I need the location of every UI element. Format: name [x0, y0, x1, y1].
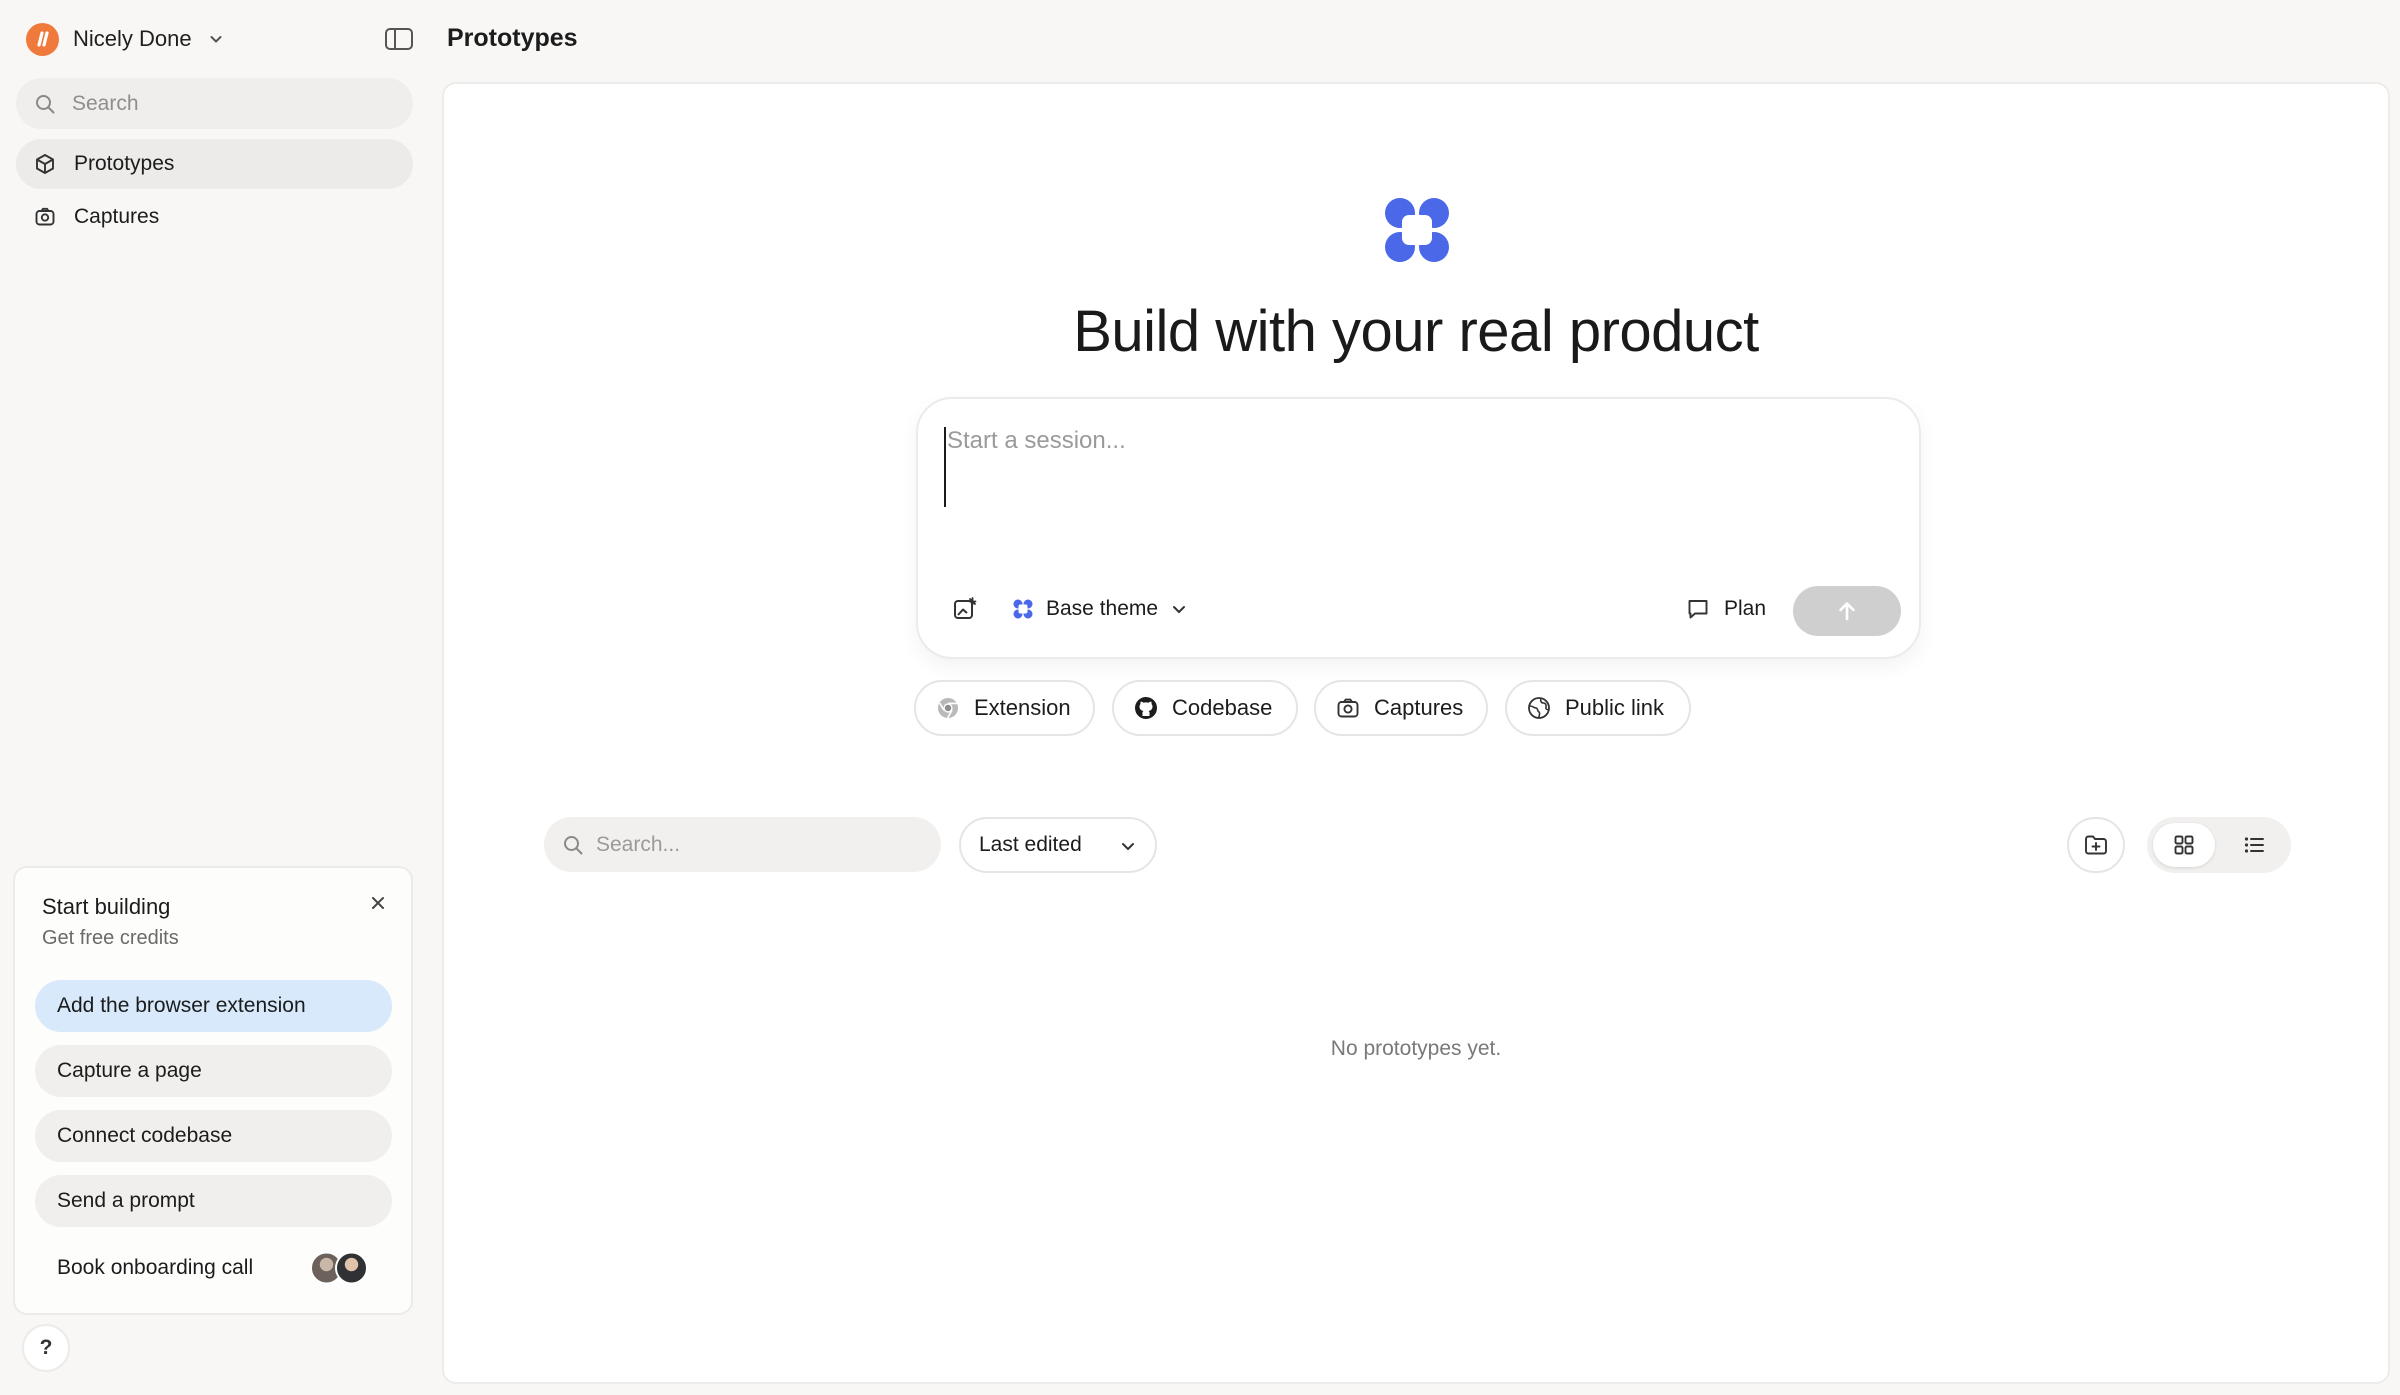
onboarding-step-label: Add the browser extension: [57, 994, 306, 1017]
onboarding-step-codebase[interactable]: Connect codebase: [35, 1110, 392, 1162]
search-icon: [562, 834, 584, 856]
chevron-down-icon: [1119, 837, 1137, 855]
chevron-down-icon: [208, 31, 224, 47]
onboarding-subtitle: Get free credits: [42, 927, 179, 949]
plan-label: Plan: [1724, 597, 1767, 620]
chip-label: Public link: [1565, 695, 1665, 720]
onboarding-step-label: Capture a page: [57, 1059, 202, 1082]
onboarding-step-label: Book onboarding call: [57, 1256, 254, 1279]
onboarding-step-label: Connect codebase: [57, 1124, 233, 1147]
prototype-search-input[interactable]: [596, 832, 916, 857]
grid-icon: [2172, 833, 2196, 857]
chrome-icon: [936, 696, 960, 720]
workspace-switcher[interactable]: Nicely Done: [26, 20, 224, 58]
sidebar-item-prototypes[interactable]: Prototypes: [16, 139, 413, 189]
cube-icon: [34, 153, 56, 175]
sidebar-item-label: Prototypes: [74, 152, 175, 175]
onboarding-step-label: Send a prompt: [57, 1189, 195, 1212]
plan-button[interactable]: Plan: [1686, 591, 1766, 627]
page-title: Prototypes: [447, 24, 578, 52]
chip-label: Captures: [1374, 695, 1464, 720]
chip-label: Extension: [974, 695, 1071, 720]
onboarding-step-extension[interactable]: Add the browser extension: [35, 980, 392, 1032]
extension-chip[interactable]: Extension: [914, 680, 1095, 736]
github-icon: [1134, 696, 1158, 720]
chevron-down-icon: [1170, 600, 1188, 618]
avatar-group: [310, 1251, 368, 1285]
onboarding-card: Start building Get free credits Add the …: [13, 866, 413, 1315]
prototype-search[interactable]: [544, 817, 941, 872]
sort-select[interactable]: Last edited: [959, 817, 1157, 873]
chip-label: Codebase: [1172, 695, 1273, 720]
send-button[interactable]: [1793, 586, 1901, 636]
session-prompt-input[interactable]: [944, 427, 1884, 507]
globe-icon: [1527, 696, 1551, 720]
sidebar-search-input[interactable]: [72, 91, 372, 116]
main-panel: Build with your real product Base theme …: [442, 82, 2390, 1384]
theme-label: Base theme: [1046, 597, 1159, 620]
list-view-button[interactable]: [2223, 823, 2285, 867]
comment-icon: [1686, 597, 1710, 621]
theme-select[interactable]: Base theme: [1012, 591, 1188, 627]
sidebar-toggle-icon[interactable]: [384, 26, 414, 52]
camera-icon: [34, 206, 56, 228]
view-toggle: [2147, 817, 2291, 873]
search-icon: [34, 93, 56, 115]
sidebar-search[interactable]: [16, 78, 413, 129]
attach-image-icon[interactable]: [952, 596, 978, 622]
hero-title: Build with your real product: [1073, 299, 1759, 364]
folder-plus-icon: [2083, 832, 2109, 858]
sort-label: Last edited: [979, 833, 1082, 856]
sidebar-item-captures[interactable]: Captures: [16, 192, 413, 242]
brand-logo-icon: [1382, 195, 1452, 265]
onboarding-step-capture[interactable]: Capture a page: [35, 1045, 392, 1097]
sidebar-item-label: Captures: [74, 205, 160, 228]
empty-state-text: No prototypes yet.: [1330, 1037, 1502, 1060]
close-icon[interactable]: [367, 892, 389, 914]
codebase-chip[interactable]: Codebase: [1112, 680, 1298, 736]
onboarding-step-call[interactable]: Book onboarding call: [35, 1242, 392, 1294]
sidebar: Nicely Done Prototypes Captures Start bu…: [0, 0, 428, 1395]
new-folder-button[interactable]: [2067, 817, 2125, 873]
session-composer: Base theme Plan: [916, 397, 1921, 659]
onboarding-title: Start building: [42, 894, 171, 919]
avatar: [335, 1251, 368, 1285]
workspace-name: Nicely Done: [73, 26, 192, 51]
captures-chip[interactable]: Captures: [1314, 680, 1488, 736]
help-button[interactable]: ?: [22, 1324, 70, 1372]
arrow-up-icon: [1835, 599, 1859, 623]
grid-view-button[interactable]: [2153, 823, 2215, 867]
onboarding-step-prompt[interactable]: Send a prompt: [35, 1175, 392, 1227]
camera-icon: [1336, 696, 1360, 720]
theme-icon: [1012, 598, 1034, 620]
list-icon: [2242, 833, 2266, 857]
workspace-logo-icon: [26, 22, 59, 56]
public-link-chip[interactable]: Public link: [1505, 680, 1691, 736]
